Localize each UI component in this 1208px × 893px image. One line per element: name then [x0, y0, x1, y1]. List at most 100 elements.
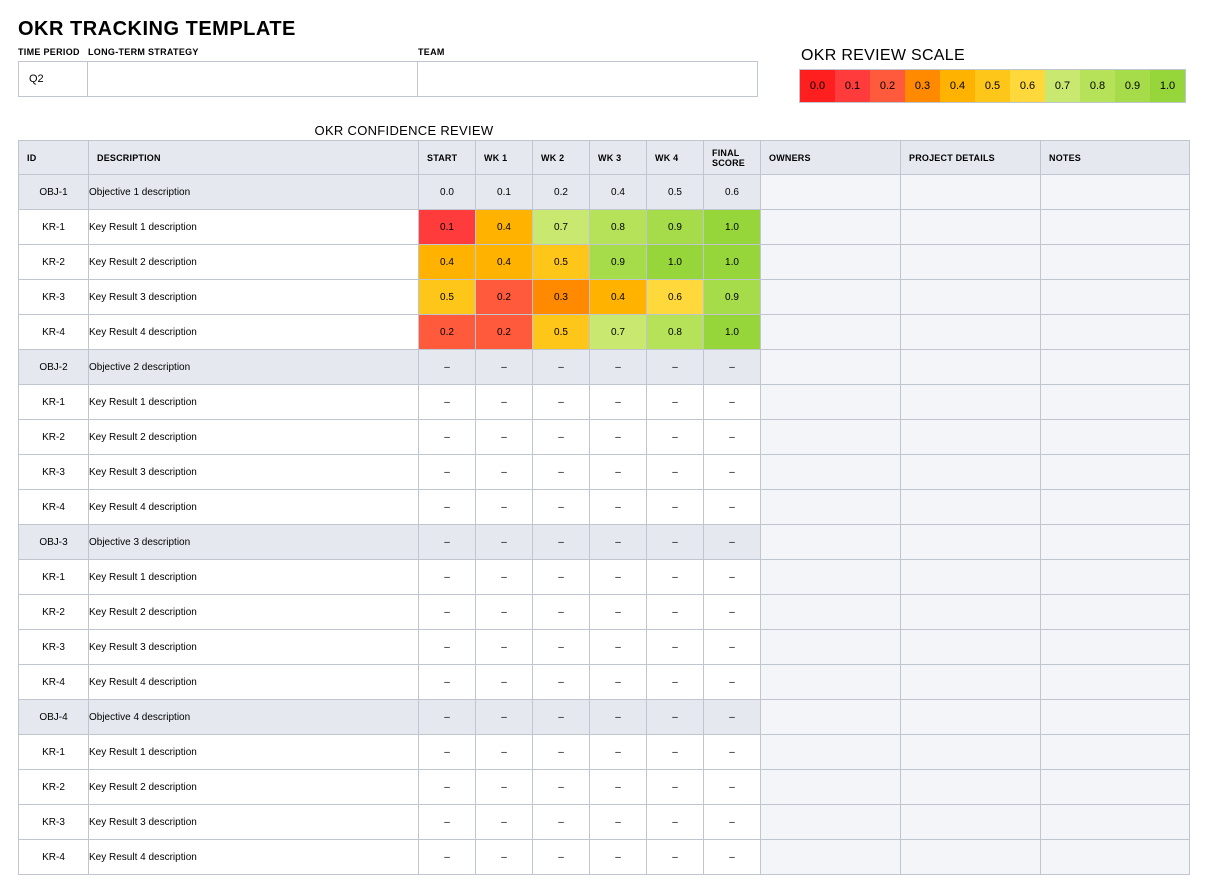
project-cell[interactable]: [901, 560, 1041, 595]
score-cell[interactable]: –: [476, 385, 533, 420]
score-cell[interactable]: –: [590, 770, 647, 805]
score-cell[interactable]: –: [419, 630, 476, 665]
score-cell[interactable]: –: [704, 420, 761, 455]
score-cell[interactable]: –: [476, 350, 533, 385]
notes-cell[interactable]: [1041, 490, 1190, 525]
notes-cell[interactable]: [1041, 280, 1190, 315]
score-cell[interactable]: –: [590, 630, 647, 665]
project-cell[interactable]: [901, 665, 1041, 700]
score-cell[interactable]: 0.5: [533, 245, 590, 280]
score-cell[interactable]: –: [590, 700, 647, 735]
score-cell[interactable]: –: [419, 560, 476, 595]
score-cell[interactable]: –: [590, 490, 647, 525]
score-cell[interactable]: –: [647, 525, 704, 560]
score-cell[interactable]: 0.2: [533, 175, 590, 210]
score-cell[interactable]: –: [533, 630, 590, 665]
score-cell[interactable]: –: [704, 770, 761, 805]
score-cell[interactable]: –: [533, 805, 590, 840]
score-cell[interactable]: –: [590, 385, 647, 420]
score-cell[interactable]: –: [647, 455, 704, 490]
project-cell[interactable]: [901, 700, 1041, 735]
score-cell[interactable]: 0.0: [419, 175, 476, 210]
score-cell[interactable]: –: [533, 525, 590, 560]
score-cell[interactable]: –: [704, 385, 761, 420]
score-cell[interactable]: –: [419, 595, 476, 630]
owners-cell[interactable]: [761, 280, 901, 315]
score-cell[interactable]: –: [704, 630, 761, 665]
owners-cell[interactable]: [761, 490, 901, 525]
row-description[interactable]: Key Result 1 description: [89, 735, 419, 770]
row-description[interactable]: Key Result 4 description: [89, 315, 419, 350]
score-cell[interactable]: –: [647, 595, 704, 630]
score-cell[interactable]: 0.2: [476, 315, 533, 350]
notes-cell[interactable]: [1041, 525, 1190, 560]
score-cell[interactable]: –: [647, 665, 704, 700]
score-cell[interactable]: –: [590, 665, 647, 700]
score-cell[interactable]: 0.6: [647, 280, 704, 315]
project-cell[interactable]: [901, 455, 1041, 490]
row-description[interactable]: Key Result 3 description: [89, 280, 419, 315]
notes-cell[interactable]: [1041, 840, 1190, 875]
row-description[interactable]: Key Result 3 description: [89, 805, 419, 840]
notes-cell[interactable]: [1041, 630, 1190, 665]
project-cell[interactable]: [901, 770, 1041, 805]
score-cell[interactable]: –: [533, 700, 590, 735]
notes-cell[interactable]: [1041, 770, 1190, 805]
score-cell[interactable]: –: [419, 455, 476, 490]
owners-cell[interactable]: [761, 455, 901, 490]
score-cell[interactable]: –: [533, 735, 590, 770]
owners-cell[interactable]: [761, 770, 901, 805]
row-description[interactable]: Key Result 2 description: [89, 770, 419, 805]
score-cell[interactable]: –: [704, 455, 761, 490]
score-cell[interactable]: –: [533, 770, 590, 805]
score-cell[interactable]: –: [647, 630, 704, 665]
score-cell[interactable]: –: [419, 420, 476, 455]
score-cell[interactable]: –: [476, 805, 533, 840]
owners-cell[interactable]: [761, 385, 901, 420]
notes-cell[interactable]: [1041, 735, 1190, 770]
project-cell[interactable]: [901, 595, 1041, 630]
notes-cell[interactable]: [1041, 455, 1190, 490]
owners-cell[interactable]: [761, 175, 901, 210]
score-cell[interactable]: –: [590, 595, 647, 630]
score-cell[interactable]: –: [419, 735, 476, 770]
notes-cell[interactable]: [1041, 420, 1190, 455]
owners-cell[interactable]: [761, 350, 901, 385]
score-cell[interactable]: –: [590, 350, 647, 385]
score-cell[interactable]: 0.8: [590, 210, 647, 245]
notes-cell[interactable]: [1041, 210, 1190, 245]
notes-cell[interactable]: [1041, 315, 1190, 350]
score-cell[interactable]: –: [419, 665, 476, 700]
owners-cell[interactable]: [761, 630, 901, 665]
owners-cell[interactable]: [761, 595, 901, 630]
score-cell[interactable]: –: [476, 665, 533, 700]
score-cell[interactable]: 0.9: [590, 245, 647, 280]
project-cell[interactable]: [901, 280, 1041, 315]
row-description[interactable]: Key Result 3 description: [89, 455, 419, 490]
notes-cell[interactable]: [1041, 700, 1190, 735]
score-cell[interactable]: –: [704, 735, 761, 770]
score-cell[interactable]: 1.0: [704, 315, 761, 350]
score-cell[interactable]: 1.0: [704, 210, 761, 245]
owners-cell[interactable]: [761, 245, 901, 280]
owners-cell[interactable]: [761, 840, 901, 875]
row-description[interactable]: Key Result 2 description: [89, 245, 419, 280]
notes-cell[interactable]: [1041, 595, 1190, 630]
notes-cell[interactable]: [1041, 665, 1190, 700]
score-cell[interactable]: –: [476, 420, 533, 455]
score-cell[interactable]: –: [476, 700, 533, 735]
row-description[interactable]: Key Result 1 description: [89, 210, 419, 245]
notes-cell[interactable]: [1041, 175, 1190, 210]
project-cell[interactable]: [901, 385, 1041, 420]
row-description[interactable]: Objective 3 description: [89, 525, 419, 560]
score-cell[interactable]: –: [533, 840, 590, 875]
score-cell[interactable]: –: [419, 840, 476, 875]
notes-cell[interactable]: [1041, 245, 1190, 280]
row-description[interactable]: Objective 4 description: [89, 700, 419, 735]
score-cell[interactable]: 0.6: [704, 175, 761, 210]
score-cell[interactable]: –: [704, 525, 761, 560]
score-cell[interactable]: –: [647, 770, 704, 805]
owners-cell[interactable]: [761, 560, 901, 595]
score-cell[interactable]: 0.3: [533, 280, 590, 315]
score-cell[interactable]: –: [704, 700, 761, 735]
